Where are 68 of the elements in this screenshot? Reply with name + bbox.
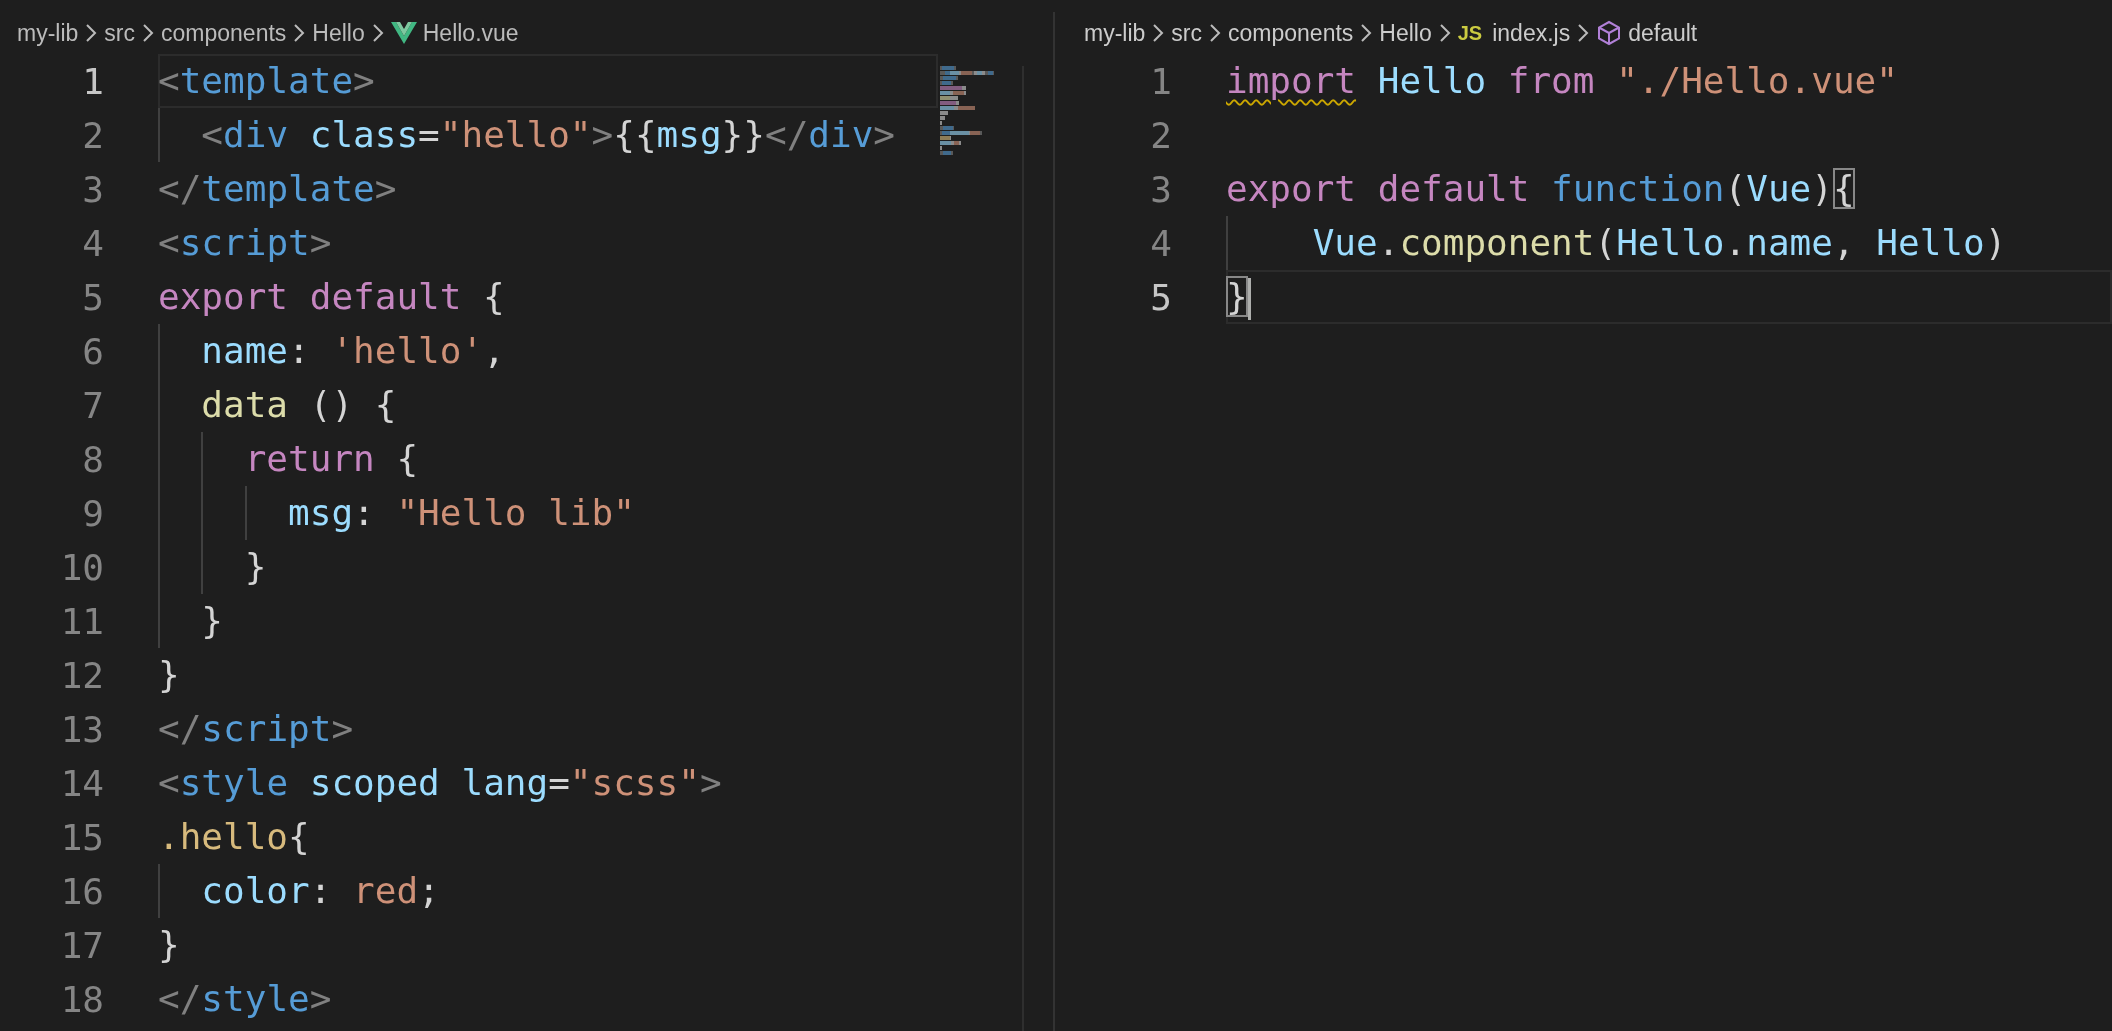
breadcrumb-item[interactable]: my-lib (1084, 19, 1146, 47)
code-line: } (158, 594, 938, 648)
breadcrumb-item[interactable]: Hello (1379, 19, 1432, 47)
code-line: </template> (158, 167, 398, 211)
line-number: 4 (1149, 222, 1172, 264)
breadcrumb-item[interactable]: src (1171, 19, 1202, 47)
vue-logo-icon (390, 22, 417, 44)
line-number: 13 (59, 708, 104, 750)
line-number: 10 (59, 546, 104, 588)
line-number: 2 (81, 114, 104, 156)
breadcrumb-item[interactable]: default (1628, 19, 1698, 47)
code-line: <div class="hello">{{msg}}</div> (158, 108, 938, 162)
line-number: 12 (59, 654, 104, 696)
code-line: </script> (158, 707, 355, 751)
breadcrumb-item[interactable]: src (104, 19, 135, 47)
chevron-icon (292, 23, 307, 43)
cube-icon (1596, 20, 1623, 46)
chevron-icon (1576, 23, 1591, 43)
line-number: 1 (1149, 60, 1172, 102)
line-number: 3 (1149, 168, 1172, 210)
line-number: 5 (81, 276, 104, 318)
line-number: 6 (81, 330, 104, 372)
code-line: <template> (158, 54, 938, 108)
breadcrumb-item[interactable]: Hello.vue (422, 19, 519, 47)
breadcrumb-item[interactable]: my-lib (17, 19, 79, 47)
code-line: <script> (158, 221, 333, 265)
line-number: 16 (59, 870, 104, 912)
breadcrumb-item[interactable]: components (161, 19, 287, 47)
code-line: } (158, 540, 938, 594)
chevron-icon (84, 23, 99, 43)
line-number: 8 (81, 438, 104, 480)
line-number: 14 (59, 762, 104, 804)
code-line: export default function(Vue){ (1226, 167, 1856, 211)
line-number: 3 (81, 168, 104, 210)
code-line: } (158, 653, 181, 697)
line-number: 4 (81, 222, 104, 264)
code-line: return { (158, 432, 938, 486)
code-line: } (158, 923, 181, 967)
line-number: 15 (59, 816, 104, 858)
code-line: </style> (158, 977, 333, 1021)
breadcrumb-item[interactable]: Hello (312, 19, 365, 47)
code-line: data () { (158, 378, 938, 432)
breadcrumb-item[interactable]: components (1228, 19, 1354, 47)
line-number: 11 (59, 600, 104, 642)
code-line: export default { (158, 275, 506, 319)
line-number: 18 (59, 978, 104, 1020)
line-number: 2 (1149, 114, 1172, 156)
code-line: name: 'hello', (158, 324, 938, 378)
line-number: 5 (1149, 276, 1172, 318)
chevron-icon (141, 23, 155, 43)
breadcrumb-item[interactable]: index.js (1492, 19, 1571, 47)
code-line: color: red; (158, 864, 938, 918)
code-line: } (1226, 270, 2112, 324)
code-line: <style scoped lang="scss"> (158, 761, 723, 805)
chevron-icon (1437, 23, 1452, 43)
code-line: Vue.component(Hello.name, Hello) (1226, 216, 2112, 270)
line-number: 7 (81, 384, 104, 426)
chevron-icon (1151, 23, 1166, 43)
chevron-icon (1208, 23, 1222, 43)
code-line: .hello{ (158, 815, 311, 859)
chevron-icon (1359, 23, 1374, 43)
chevron-icon (370, 23, 385, 43)
code-line: msg: "Hello lib" (158, 486, 938, 540)
line-number: 17 (59, 924, 104, 966)
line-number: 1 (81, 60, 104, 102)
file-type-label: JS (1457, 21, 1483, 45)
code-line: import Hello from "./Hello.vue" (1226, 59, 1899, 103)
line-number: 9 (81, 492, 104, 534)
